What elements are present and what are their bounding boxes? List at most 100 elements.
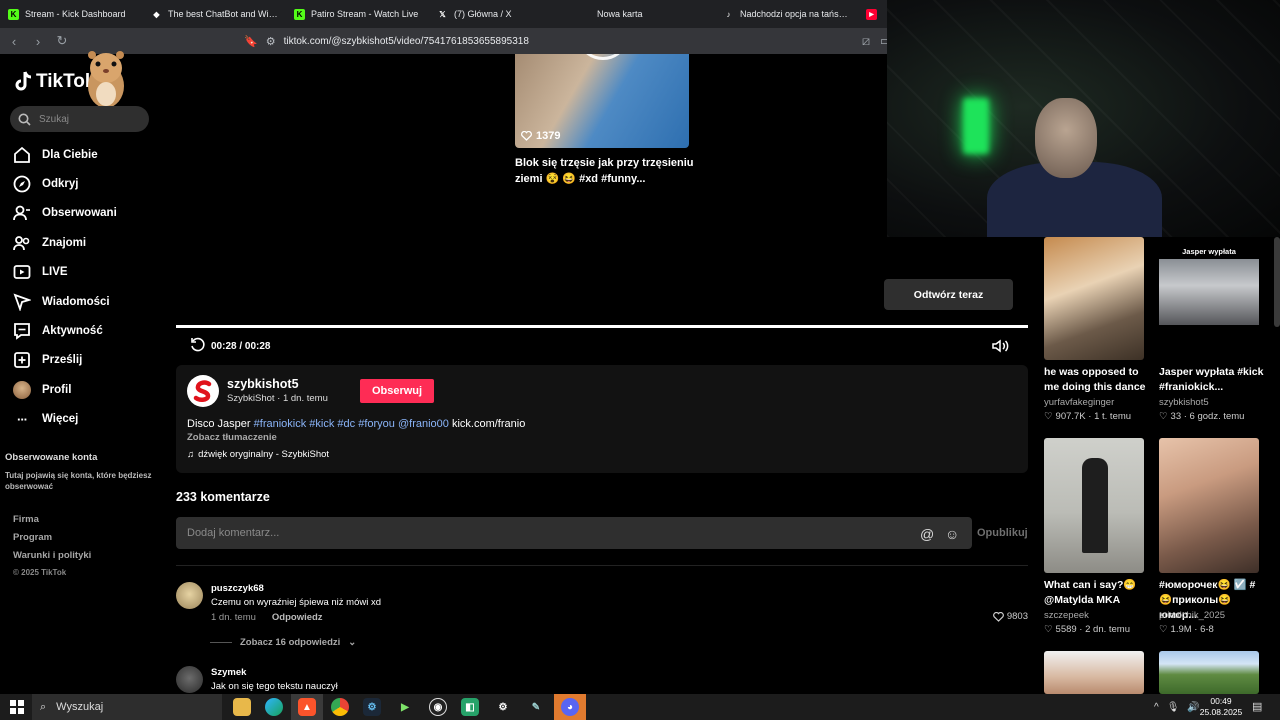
recommended-video[interactable]: he was opposed to me doing this dance yu… (1044, 237, 1154, 427)
search-input[interactable]: Szukaj (10, 106, 149, 132)
heart-icon (521, 131, 532, 141)
nav-item-activity[interactable]: Aktywność (12, 316, 152, 345)
recommended-video[interactable] (1159, 651, 1259, 694)
hashtag-link[interactable]: #dc (337, 418, 355, 430)
live-icon (13, 265, 31, 280)
recommended-video[interactable]: #юморочек😆 ☑️ # 😆приколы😆юмор... pricolc… (1159, 438, 1269, 638)
reply-button[interactable]: Odpowiedz (272, 612, 323, 623)
steam-icon[interactable]: ⚙ (363, 698, 381, 716)
windows-start-icon[interactable] (10, 700, 24, 714)
commenter-name[interactable]: puszczyk68 (211, 583, 264, 594)
recommended-video-title[interactable]: Blok się trzęsie jak przy trzęsieniu zie… (515, 155, 695, 187)
windows-taskbar: ⌕ Wyszukaj ▲ ⚙ ▶ ◉ ◧ ⚙ ✎ ◕ ^ 🎙 🔊 00:49 2… (0, 694, 1280, 720)
publish-button[interactable]: Opublikuj (977, 527, 1028, 539)
heart-icon (992, 611, 1004, 622)
comment-input[interactable]: Dodaj komentarz... @ ☺ (176, 517, 972, 549)
open-now-button[interactable]: Odtwórz teraz (884, 279, 1013, 310)
nav-item-more[interactable]: ··· Więcej (12, 405, 152, 434)
nav-item-messages[interactable]: Wiadomości (12, 287, 152, 316)
chevron-down-icon: ⌄ (348, 637, 357, 648)
followed-heading: Obserwowane konta (5, 452, 98, 463)
site-settings-icon[interactable]: ⚙ (266, 35, 276, 48)
chrome-icon[interactable] (331, 698, 349, 716)
emoji-icon[interactable]: ☺ (945, 526, 959, 542)
nav-label: Profil (42, 383, 72, 396)
back-icon[interactable]: ‹ (4, 31, 24, 51)
video-thumbnail (1044, 237, 1144, 360)
browser-tab[interactable]: K Patiro Stream - Watch Live (286, 0, 429, 28)
brave-icon[interactable]: ▲ (298, 698, 316, 716)
bookmark-icon[interactable]: 🔖 (244, 35, 258, 48)
taskbar-clock[interactable]: 00:49 25.08.2025 (1196, 696, 1246, 718)
search-icon (18, 113, 31, 126)
replay-icon[interactable] (190, 337, 206, 353)
forward-icon[interactable]: › (28, 31, 48, 51)
app-icon[interactable]: ✎ (527, 698, 545, 716)
browser-tab[interactable]: 𝕏 (7) Główna / X (429, 0, 572, 28)
video-stats: ♡ 907.7K · 1 t. temu (1044, 411, 1131, 422)
follow-button[interactable]: Obserwuj (360, 379, 434, 403)
author-avatar[interactable] (187, 375, 219, 407)
heart-icon: ♡ (1044, 411, 1053, 422)
mention-icon[interactable]: @ (920, 526, 934, 542)
comment-like-button[interactable]: 9803 (992, 611, 1028, 622)
settings-icon[interactable]: ⚙ (494, 698, 512, 716)
author-subtitle: SzybkiShot · 1 dn. temu (227, 393, 328, 404)
notifications-icon[interactable]: ▤ (1252, 700, 1262, 713)
sound-link[interactable]: ♫ dźwięk oryginalny - SzybkiShot (187, 449, 329, 460)
scrollbar[interactable] (1274, 237, 1280, 327)
nav-item-following[interactable]: Obserwowani (12, 199, 152, 228)
mention-link[interactable]: @franio00 (398, 418, 449, 430)
cast-off-icon[interactable]: ⧄ (856, 31, 876, 51)
file-explorer-icon[interactable] (233, 698, 251, 716)
video-time: 00:28 / 00:28 (211, 341, 271, 352)
view-replies-button[interactable]: Zobacz 16 odpowiedzi ⌄ (210, 637, 356, 648)
store-app-icon[interactable]: ◧ (461, 698, 479, 716)
footer-link-terms[interactable]: Warunki i polityki (13, 550, 91, 568)
browser-tab[interactable]: K Stream - Kick Dashboard (0, 0, 143, 28)
tiktok-logo-icon (15, 71, 32, 91)
browser-tab[interactable]: Nowa karta (572, 0, 715, 28)
url-field[interactable]: 🔖 ⚙ tiktok.com/@szybkishot5/video/754176… (244, 31, 904, 51)
video-info-card: szybkishot5 SzybkiShot · 1 dn. temu Obse… (176, 365, 1028, 473)
chevron-up-icon[interactable]: ^ (1154, 702, 1159, 713)
commenter-avatar[interactable] (176, 666, 203, 693)
browser-tab[interactable]: ▶ (4 (858, 0, 886, 28)
tab-title: Stream - Kick Dashboard (25, 9, 126, 19)
nav-item-explore[interactable]: Odkryj (12, 169, 152, 198)
recommended-video[interactable]: Jasper wypłata Jasper wypłata #kick #fra… (1159, 237, 1269, 427)
footer-link-program[interactable]: Program (13, 532, 91, 550)
hashtag-link[interactable]: #franiokick (254, 418, 307, 430)
hashtag-link[interactable]: #foryou (358, 418, 395, 430)
comment-text: Jak on się tego tekstu nauczył (211, 681, 338, 692)
discord-icon[interactable]: ◕ (561, 698, 579, 716)
obs-icon[interactable]: ◉ (429, 698, 447, 716)
browser-tab[interactable]: ♪ Nadchodzi opcja na tańsze po (715, 0, 858, 28)
footer-link-company[interactable]: Firma (13, 514, 91, 532)
commenter-name[interactable]: Szymek (211, 667, 246, 678)
author-name[interactable]: szybkishot5 (227, 377, 299, 391)
author-logo-icon (189, 377, 217, 405)
gaming-app-icon[interactable]: ▶ (396, 698, 414, 716)
hashtag-link[interactable]: #kick (309, 418, 334, 430)
tab-title: Nowa karta (597, 9, 643, 19)
nav-item-for-you[interactable]: Dla Ciebie (12, 140, 152, 169)
recommended-video[interactable]: What can i say?😁 @Matylda MKA szczepeek … (1044, 438, 1154, 638)
followed-text: Tutaj pojawią się konta, które będziesz … (5, 471, 152, 491)
nav-item-upload[interactable]: Prześlij (12, 346, 152, 375)
taskbar-search[interactable]: ⌕ Wyszukaj (32, 694, 222, 720)
nav-item-profile[interactable]: Profil (12, 375, 152, 404)
bot-icon: ◆ (153, 9, 160, 19)
nav-item-live[interactable]: LIVE (12, 258, 152, 287)
kick-icon: K (294, 8, 305, 20)
microphone-icon[interactable]: 🎙 (1167, 702, 1180, 713)
recommended-video[interactable] (1044, 651, 1144, 694)
reload-icon[interactable]: ↻ (52, 31, 72, 51)
edge-icon[interactable] (265, 698, 283, 716)
see-translation-link[interactable]: Zobacz tłumaczenie (187, 432, 277, 443)
commenter-avatar[interactable] (176, 582, 203, 609)
comment-time: 1 dn. temu (211, 612, 256, 623)
volume-icon[interactable] (992, 339, 1010, 353)
browser-tab[interactable]: ◆ The best ChatBot and Widgets (143, 0, 286, 28)
nav-item-friends[interactable]: Znajomi (12, 228, 152, 257)
